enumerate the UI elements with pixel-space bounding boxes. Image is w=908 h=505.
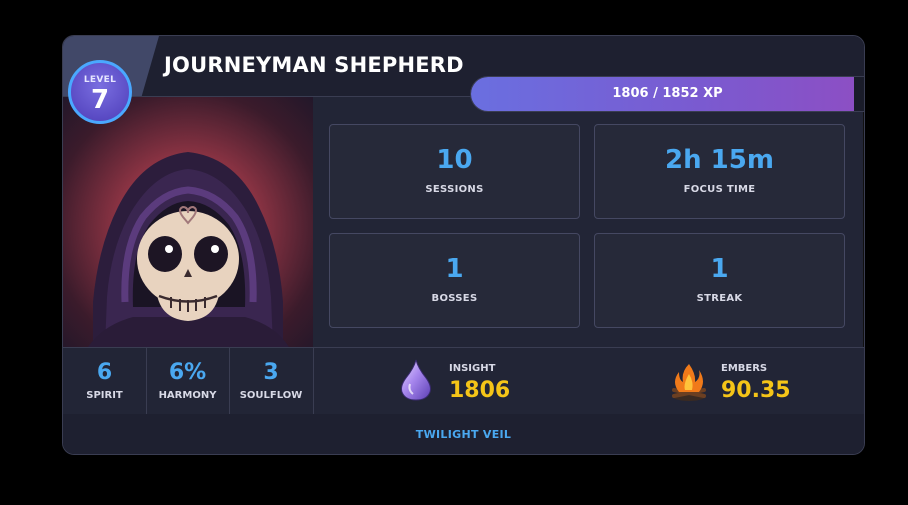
portrait xyxy=(63,97,313,347)
stat-streak: 1 STREAK xyxy=(594,233,845,328)
crystal-drop-icon xyxy=(401,359,431,401)
attribute-label: SOULFLOW xyxy=(239,390,303,401)
attribute-value: 6 xyxy=(96,360,113,385)
currency-label: INSIGHT xyxy=(449,363,496,374)
stat-focus-time: 2h 15m FOCUS TIME xyxy=(594,124,845,219)
footer-title: TWILIGHT VEIL xyxy=(415,428,512,441)
currency-insight: INSIGHT 1806 xyxy=(398,348,578,414)
xp-progress-bar: 1806 / 1852 XP xyxy=(470,76,864,112)
level-label: LEVEL xyxy=(83,75,117,85)
campfire-icon xyxy=(672,364,706,401)
stat-bosses: 1 BOSSES xyxy=(329,233,580,328)
stat-label: BOSSES xyxy=(431,293,478,304)
level-number: 7 xyxy=(90,85,110,115)
stat-label: STREAK xyxy=(696,293,743,304)
character-title: JOURNEYMAN SHEPHERD xyxy=(164,53,464,77)
currency-label: EMBERS xyxy=(721,363,768,374)
card-footer: TWILIGHT VEIL xyxy=(63,414,864,454)
currency-value: 1806 xyxy=(449,378,511,403)
xp-text: 1806 / 1852 XP xyxy=(612,86,723,101)
profile-card: JOURNEYMAN SHEPHERD LEVEL 7 1806 / 1852 … xyxy=(62,35,865,455)
level-badge: LEVEL 7 xyxy=(68,60,132,124)
attribute-label: SPIRIT xyxy=(86,390,123,401)
stat-value: 1 xyxy=(445,254,464,284)
stat-label: FOCUS TIME xyxy=(683,184,756,195)
attribute-spirit: 6 SPIRIT xyxy=(63,348,147,414)
stat-sessions: 10 SESSIONS xyxy=(329,124,580,219)
attribute-value: 3 xyxy=(263,360,279,385)
hooded-skull-icon xyxy=(88,152,289,347)
currency-value: 90.35 xyxy=(721,378,791,403)
attribute-harmony: 6% HARMONY xyxy=(146,348,230,414)
attribute-value: 6% xyxy=(168,360,207,385)
attribute-label: HARMONY xyxy=(158,390,217,401)
attributes-row: 6 SPIRIT 6% HARMONY 3 SOULFLOW INSIGHT 1… xyxy=(63,347,864,415)
attribute-soulflow: 3 SOULFLOW xyxy=(229,348,314,414)
currency-embers: EMBERS 90.35 xyxy=(669,348,849,414)
stat-value: 1 xyxy=(710,254,729,284)
stat-label: SESSIONS xyxy=(425,184,484,195)
stat-value: 2h 15m xyxy=(665,145,774,175)
stat-value: 10 xyxy=(436,145,473,175)
